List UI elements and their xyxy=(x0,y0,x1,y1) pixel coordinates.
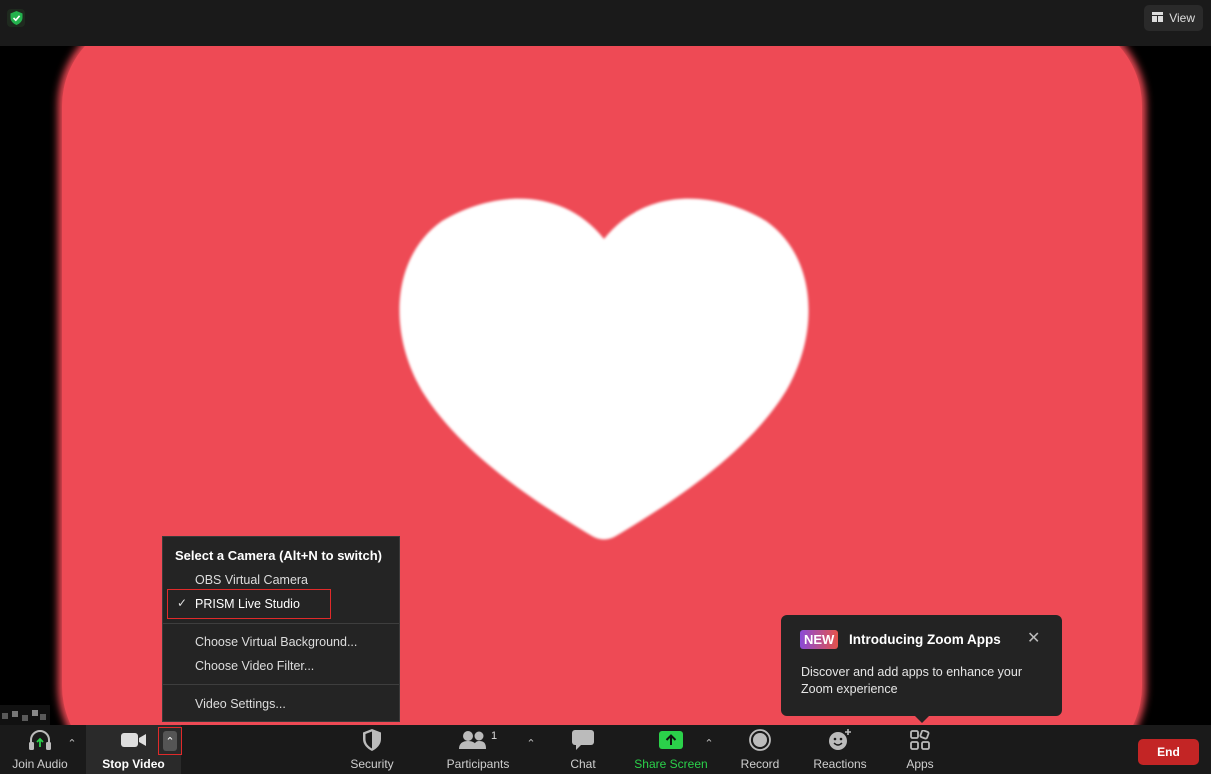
video-options-caret[interactable]: ⌃ xyxy=(158,727,182,755)
view-button[interactable]: View xyxy=(1144,5,1203,31)
security-button[interactable]: Security xyxy=(342,725,402,774)
apps-button[interactable]: Apps xyxy=(898,725,942,774)
shield-check-icon[interactable] xyxy=(7,9,25,27)
share-screen-button[interactable]: Share Screen xyxy=(632,725,710,774)
video-filter-option[interactable]: Choose Video Filter... xyxy=(195,659,314,673)
apps-label: Apps xyxy=(906,757,934,771)
new-badge: NEW xyxy=(800,630,839,649)
participants-count: 1 xyxy=(490,730,498,742)
popup-title: Introducing Zoom Apps xyxy=(849,632,1001,647)
participants-options-caret[interactable]: ⌃ xyxy=(523,733,539,753)
camera-option-prism[interactable]: PRISM Live Studio xyxy=(195,597,300,611)
camera-icon xyxy=(120,726,147,754)
camera-option-obs[interactable]: OBS Virtual Camera xyxy=(195,573,308,587)
reactions-button[interactable]: Reactions xyxy=(810,725,870,774)
record-button[interactable]: Record xyxy=(733,725,787,774)
popup-body: Discover and add apps to enhance your Zo… xyxy=(801,665,1022,696)
video-settings-option[interactable]: Video Settings... xyxy=(195,697,286,711)
headphones-icon xyxy=(28,726,52,754)
apps-icon xyxy=(910,726,930,754)
self-view-thumbnail[interactable] xyxy=(0,705,50,725)
participants-button[interactable]: 1 Participants xyxy=(440,725,516,774)
close-icon[interactable]: ✕ xyxy=(1027,631,1040,647)
reactions-label: Reactions xyxy=(813,757,867,771)
camera-menu: Select a Camera (Alt+N to switch) OBS Vi… xyxy=(162,536,400,722)
record-label: Record xyxy=(740,757,780,771)
record-icon xyxy=(749,726,771,754)
security-label: Security xyxy=(350,757,394,771)
share-options-caret[interactable]: ⌃ xyxy=(701,733,717,753)
participants-icon: 1 xyxy=(458,726,498,754)
end-button[interactable]: End xyxy=(1138,739,1199,765)
chat-button[interactable]: Chat xyxy=(560,725,606,774)
audio-options-caret[interactable]: ⌃ xyxy=(64,733,80,753)
zoom-apps-popup: NEW Introducing Zoom Apps ✕ Discover and… xyxy=(781,615,1062,723)
view-label: View xyxy=(1169,11,1195,25)
stop-video-label: Stop Video xyxy=(102,757,165,771)
virtual-background-option[interactable]: Choose Virtual Background... xyxy=(195,635,357,649)
emoji-plus-icon xyxy=(828,726,852,754)
chat-label: Chat xyxy=(570,757,596,771)
menu-divider xyxy=(163,684,399,685)
menu-divider xyxy=(163,623,399,624)
share-screen-icon xyxy=(659,726,683,754)
participants-label: Participants xyxy=(446,757,510,771)
grid-icon xyxy=(1152,11,1164,25)
top-bar: View xyxy=(0,0,1211,46)
meeting-toolbar: Join Audio ⌃ Stop Video ⌃ Security 1 Par… xyxy=(0,725,1211,774)
heart-icon xyxy=(399,198,809,540)
join-audio-label: Join Audio xyxy=(12,757,68,771)
checkmark-icon: ✓ xyxy=(177,596,188,610)
share-screen-label: Share Screen xyxy=(634,757,708,771)
security-shield-icon xyxy=(362,726,382,754)
camera-menu-header: Select a Camera (Alt+N to switch) xyxy=(175,548,382,563)
chat-bubble-icon xyxy=(572,726,594,754)
